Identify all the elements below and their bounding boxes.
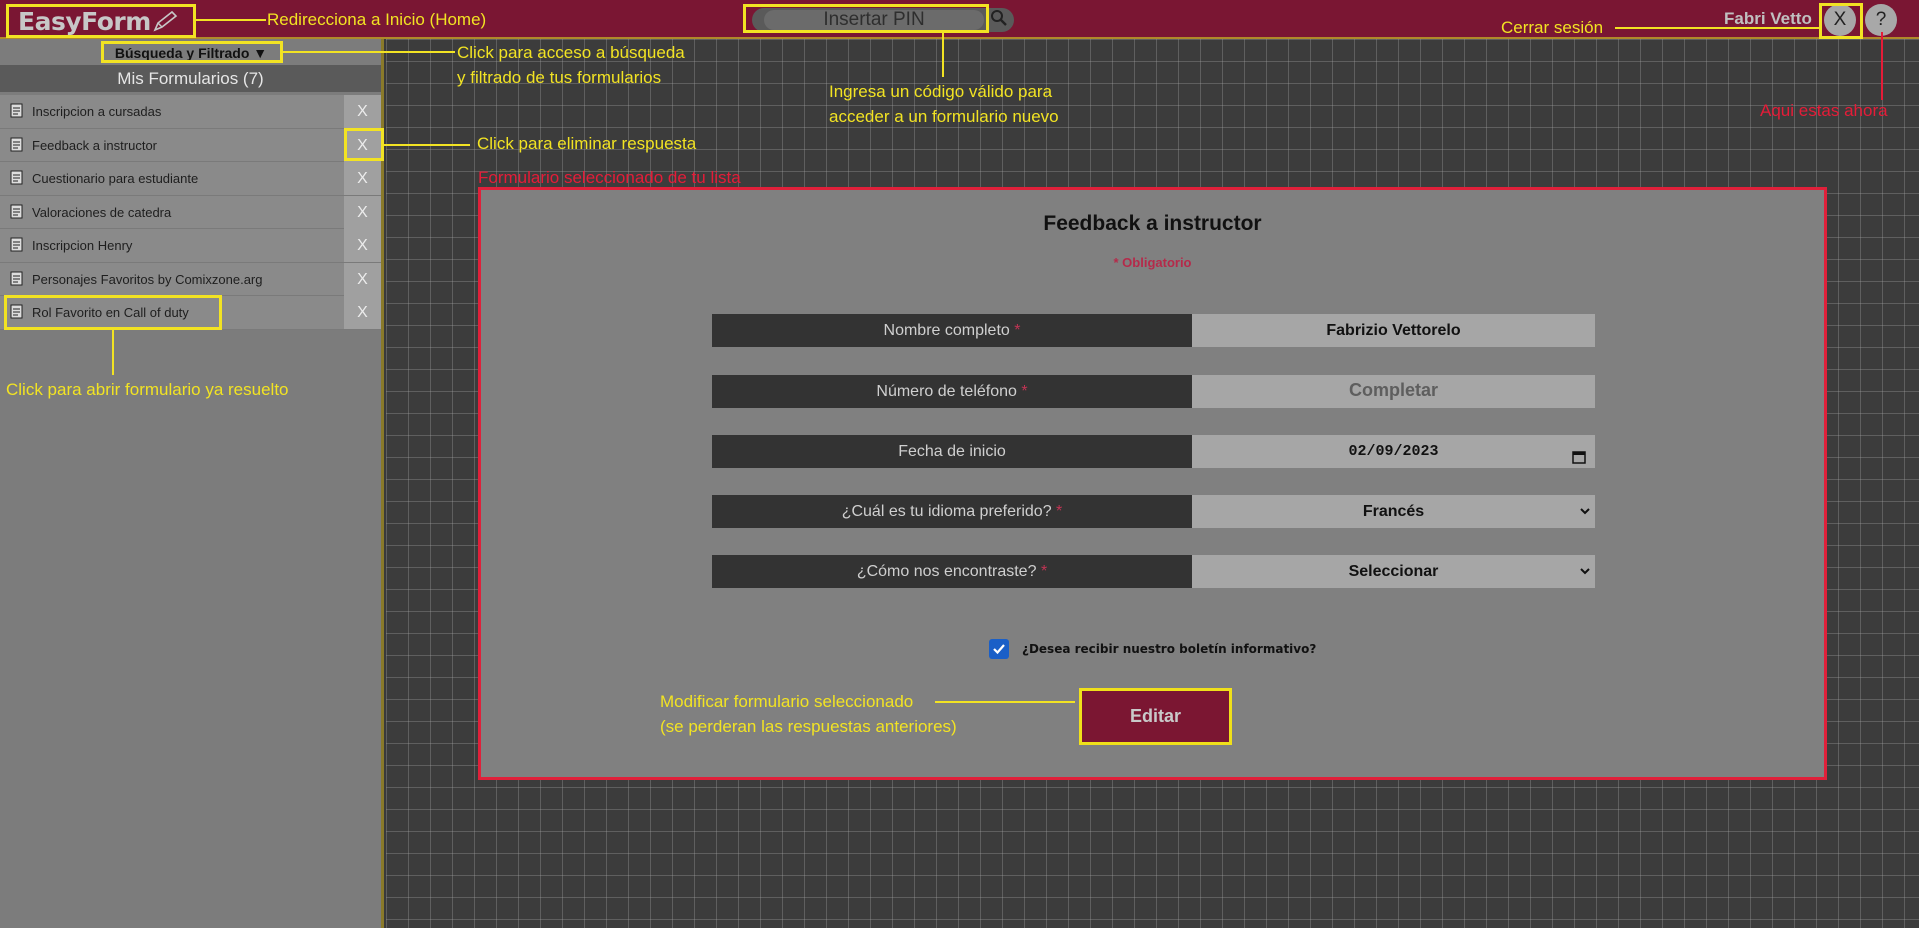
- document-icon: [10, 137, 24, 158]
- document-icon: [10, 271, 24, 292]
- phone-field[interactable]: Completar: [1192, 375, 1595, 408]
- document-icon: [10, 170, 24, 191]
- date-value: 02/09/2023: [1348, 443, 1439, 460]
- field-label: ¿Cómo nos encontraste? *: [712, 555, 1192, 588]
- form-list-item[interactable]: Valoraciones de catedra X: [0, 195, 381, 229]
- field-referral: ¿Cómo nos encontraste? * Seleccionar: [712, 555, 1595, 588]
- annotation-open: Click para abrir formulario ya resuelto: [6, 380, 289, 399]
- document-icon: [10, 204, 24, 225]
- field-language: ¿Cuál es tu idioma preferido? * Francés: [712, 495, 1595, 528]
- annotation-line: [112, 330, 114, 375]
- delete-response-button[interactable]: X: [344, 296, 381, 329]
- annotation-box-logout: [1819, 3, 1863, 39]
- search-icon: [990, 9, 1008, 32]
- start-date-field[interactable]: 02/09/2023: [1192, 435, 1595, 468]
- chevron-down-icon: [1580, 555, 1590, 600]
- annotation-filter: Click para acceso a búsqueda y filtrado d…: [457, 43, 685, 87]
- form-list-item-label: Personajes Favoritos by Comixzone.arg: [32, 271, 263, 287]
- delete-response-button[interactable]: X: [344, 229, 381, 262]
- form-list-item[interactable]: Inscripcion Henry X: [0, 229, 381, 263]
- delete-response-button[interactable]: X: [344, 262, 381, 296]
- calendar-icon[interactable]: [1572, 444, 1586, 477]
- form-list-item[interactable]: Cuestionario para estudiante X: [0, 162, 381, 196]
- document-icon: [10, 237, 24, 258]
- annotation-home: Redirecciona a Inicio (Home): [267, 10, 487, 29]
- form-list-item-label: Inscripcion Henry: [32, 238, 133, 253]
- field-phone: Número de teléfono * Completar: [712, 375, 1595, 408]
- form-list-item[interactable]: Inscripcion a cursadas X: [0, 95, 381, 129]
- form-list-item-label: Feedback a instructor: [32, 137, 158, 153]
- delete-response-button[interactable]: X: [344, 162, 381, 195]
- field-label: ¿Cuál es tu idioma preferido? *: [712, 495, 1192, 528]
- annotation-pin: Ingresa un código válido para acceder a u…: [829, 82, 1059, 126]
- selected-value: Seleccionar: [1348, 563, 1439, 580]
- field-full-name: Nombre completo * Fabrizio Vettorelo: [712, 314, 1595, 347]
- annotation-box-filter: [101, 41, 283, 63]
- annotation-box-open: [4, 295, 222, 330]
- language-select[interactable]: Francés: [1192, 495, 1595, 528]
- selected-value: Francés: [1362, 503, 1425, 520]
- newsletter-label: ¿Desea recibir nuestro boletín informati…: [1022, 642, 1317, 656]
- form-list-item[interactable]: Personajes Favoritos by Comixzone.arg X: [0, 262, 381, 296]
- field-label: Nombre completo *: [712, 314, 1192, 347]
- edit-button[interactable]: Editar: [1079, 688, 1232, 745]
- annotation-line: [942, 33, 944, 77]
- annotation-box-logo: [6, 4, 196, 38]
- annotation-selected: Formulario seleccionado de tu lista: [478, 168, 741, 187]
- field-label: Número de teléfono *: [712, 375, 1192, 408]
- delete-response-button[interactable]: X: [344, 195, 381, 229]
- annotation-help: Aqui estas ahora: [1760, 101, 1888, 120]
- annotation-line: [283, 51, 455, 53]
- form-list-item[interactable]: Feedback a instructor X: [0, 128, 381, 162]
- form-list-item-label: Inscripcion a cursadas: [32, 104, 162, 119]
- forms-list-title: Mis Formularios (7): [0, 65, 381, 92]
- sidebar: Búsqueda y Filtrado ▼ Mis Formularios (7…: [0, 39, 384, 928]
- newsletter-checkbox[interactable]: [989, 639, 1009, 659]
- referral-select[interactable]: Seleccionar: [1192, 555, 1595, 588]
- annotation-line: [935, 701, 1075, 703]
- annotation-line: [196, 19, 266, 21]
- annotation-delete: Click para eliminar respuesta: [477, 134, 697, 153]
- full-name-field[interactable]: Fabrizio Vettorelo: [1192, 314, 1595, 347]
- delete-response-button[interactable]: X: [344, 95, 381, 128]
- document-icon: [10, 103, 24, 124]
- chevron-down-icon: [1580, 495, 1590, 540]
- field-start-date: Fecha de inicio 02/09/2023: [712, 435, 1595, 468]
- annotation-line: [1615, 27, 1819, 29]
- annotation-box-delete: [344, 128, 384, 161]
- annotation-edit: Modificar formulario seleccionado (se per…: [660, 692, 957, 736]
- required-note: * Obligatorio: [1113, 255, 1192, 270]
- user-name: Fabri Vetto: [1724, 9, 1812, 28]
- annotation-logout: Cerrar sesión: [1501, 18, 1604, 37]
- form-list-item-label: Valoraciones de catedra: [32, 204, 172, 220]
- annotation-box-pin: [743, 4, 989, 33]
- annotation-line-red: [1881, 32, 1883, 100]
- form-title: Feedback a instructor: [1043, 212, 1262, 235]
- newsletter-row: ¿Desea recibir nuestro boletín informati…: [989, 638, 1316, 660]
- form-list-item-label: Cuestionario para estudiante: [32, 171, 199, 186]
- annotation-line: [384, 144, 470, 146]
- field-label: Fecha de inicio: [712, 435, 1192, 468]
